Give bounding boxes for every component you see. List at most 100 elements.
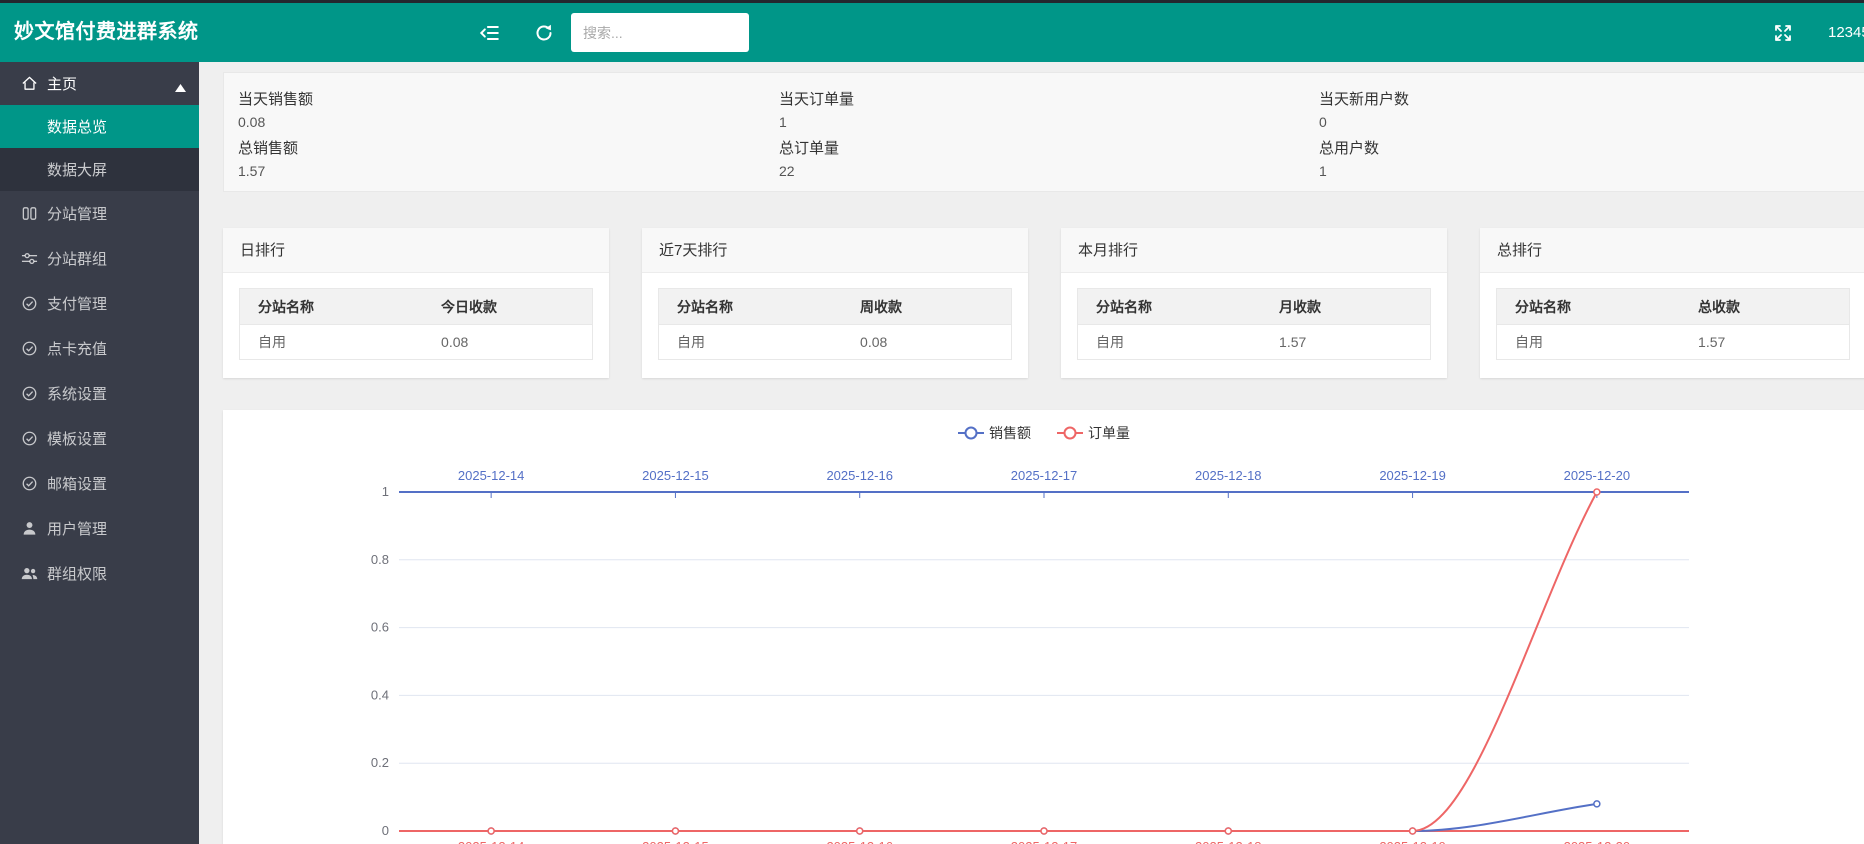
column-header: 总收款 [1680,289,1849,325]
sidebar-item-card-recharge[interactable]: 点卡充值 [0,326,199,371]
stat-today-sales: 当天销售额 0.08 [238,84,779,133]
sidebar-item-user-manage[interactable]: 用户管理 [0,506,199,551]
sidebar-subitem-label: 数据总览 [47,116,107,137]
sidebar-item-label: 主页 [47,73,77,94]
stats-summary-panel: 当天销售额 0.08 当天订单量 1 当天新用户数 0 总销售额 1.57 总订… [223,72,1864,192]
sales-orders-chart-card: 2025-12-14 2025-12-15 2025-12-16 2025-12-17… [223,410,1864,844]
sidebar-subitem-label: 数据大屏 [47,159,107,180]
search-input[interactable] [571,13,749,52]
svg-text:0.8: 0.8 [371,552,389,567]
cell-amount: 1.57 [1261,325,1430,360]
card-title: 近7天排行 [642,228,1028,273]
rank-table: 分站名称 月收款 自用 1.57 [1077,288,1431,360]
sidebar-item-mail-settings[interactable]: 邮箱设置 [0,461,199,506]
sidebar-item-data-overview[interactable]: 数据总览 [0,105,199,148]
stat-total-sales: 总销售额 1.57 [238,133,779,182]
svg-text:2025-12-20: 2025-12-20 [1564,468,1631,483]
svg-text:2025-12-17: 2025-12-17 [1011,839,1078,844]
top-header: 妙文馆付费进群系统 12345 [0,3,1864,62]
sidebar-item-template-settings[interactable]: 模板设置 [0,416,199,461]
stat-label: 总用户数 [1319,137,1851,158]
fullscreen-icon[interactable] [1773,23,1793,43]
table-row: 自用 0.08 [240,325,593,360]
svg-text:2025-12-18: 2025-12-18 [1195,839,1262,844]
stat-label: 总订单量 [779,137,1319,158]
columns-icon [21,205,38,222]
sidebar-item-label: 分站管理 [47,203,107,224]
sidebar-item-label: 用户管理 [47,518,107,539]
sidebar-nav: 主页 数据总览 数据大屏 分站管理 分站群组 [0,62,199,844]
table-row: 自用 1.57 [1078,325,1431,360]
svg-text:2025-12-19: 2025-12-19 [1379,839,1446,844]
sidebar-item-label: 点卡充值 [47,338,107,359]
stat-label: 当天新用户数 [1319,88,1851,109]
svg-text:2025-12-20: 2025-12-20 [1564,839,1631,844]
card-title: 日排行 [223,228,609,273]
ranking-cards-row: 日排行 分站名称 今日收款 自用 0.08 近7天排行 分站名称 周收款 [223,228,1864,378]
rank-table: 分站名称 周收款 自用 0.08 [658,288,1012,360]
column-header: 月收款 [1261,289,1430,325]
stat-value: 22 [779,163,1319,179]
collapse-menu-icon[interactable] [478,22,500,44]
rank-table: 分站名称 总收款 自用 1.57 [1496,288,1850,360]
cell-site-name: 自用 [659,325,843,360]
user-icon [21,520,38,537]
rank-card-7days: 近7天排行 分站名称 周收款 自用 0.08 [642,228,1028,378]
svg-text:0.4: 0.4 [371,687,389,702]
sidebar-item-home[interactable]: 主页 [0,62,199,105]
stat-total-users: 总用户数 1 [1319,133,1851,182]
sliders-icon [21,250,38,267]
card-title: 总排行 [1480,228,1864,273]
stat-today-orders: 当天订单量 1 [779,84,1319,133]
stat-label: 当天订单量 [779,88,1319,109]
sidebar-item-payment-manage[interactable]: 支付管理 [0,281,199,326]
stat-label: 总销售额 [238,137,779,158]
column-header: 分站名称 [1497,289,1681,325]
stat-today-new-users: 当天新用户数 0 [1319,84,1851,133]
chevron-up-icon [175,79,186,87]
card-title: 本月排行 [1061,228,1447,273]
svg-text:2025-12-16: 2025-12-16 [826,839,893,844]
refresh-icon[interactable] [534,23,554,43]
app-title: 妙文馆付费进群系统 [14,3,199,62]
stat-value: 1 [779,114,1319,130]
rank-card-daily: 日排行 分站名称 今日收款 自用 0.08 [223,228,609,378]
svg-text:2025-12-14: 2025-12-14 [458,839,524,844]
users-icon [21,565,38,582]
svg-text:2025-12-17: 2025-12-17 [1011,468,1078,483]
svg-text:2025-12-16: 2025-12-16 [826,468,893,483]
home-icon [21,75,38,92]
legend-item: 订单量 [1057,425,1130,441]
circle-check-icon [21,430,38,447]
circle-check-icon [21,295,38,312]
stat-value: 0.08 [238,114,779,130]
circle-check-icon [21,475,38,492]
circle-check-icon [21,385,38,402]
sidebar-item-substation-manage[interactable]: 分站管理 [0,191,199,236]
column-header: 分站名称 [240,289,424,325]
cell-amount: 1.57 [1680,325,1849,360]
svg-text:0.2: 0.2 [371,755,389,770]
rank-card-total: 总排行 分站名称 总收款 自用 1.57 [1480,228,1864,378]
username-menu[interactable]: 12345 [1828,3,1864,62]
cell-site-name: 自用 [240,325,424,360]
svg-text:订单量: 订单量 [1088,425,1130,441]
cell-amount: 0.08 [423,325,592,360]
sidebar-item-substation-groups[interactable]: 分站群组 [0,236,199,281]
sidebar-item-label: 系统设置 [47,383,107,404]
sidebar-item-label: 分站群组 [47,248,107,269]
sidebar-item-system-settings[interactable]: 系统设置 [0,371,199,416]
sidebar-item-group-permissions[interactable]: 群组权限 [0,551,199,596]
sales-orders-line-chart[interactable]: 2025-12-14 2025-12-15 2025-12-16 2025-12-17… [223,410,1864,844]
svg-text:2025-12-15: 2025-12-15 [642,468,709,483]
rank-card-month: 本月排行 分站名称 月收款 自用 1.57 [1061,228,1447,378]
table-row: 自用 0.08 [659,325,1012,360]
circle-check-icon [21,340,38,357]
sidebar-item-label: 邮箱设置 [47,473,107,494]
column-header: 周收款 [842,289,1011,325]
svg-text:1: 1 [382,484,389,499]
svg-text:0: 0 [382,823,389,838]
svg-text:2025-12-15: 2025-12-15 [642,839,709,844]
sidebar-item-data-screen[interactable]: 数据大屏 [0,148,199,191]
cell-amount: 0.08 [842,325,1011,360]
